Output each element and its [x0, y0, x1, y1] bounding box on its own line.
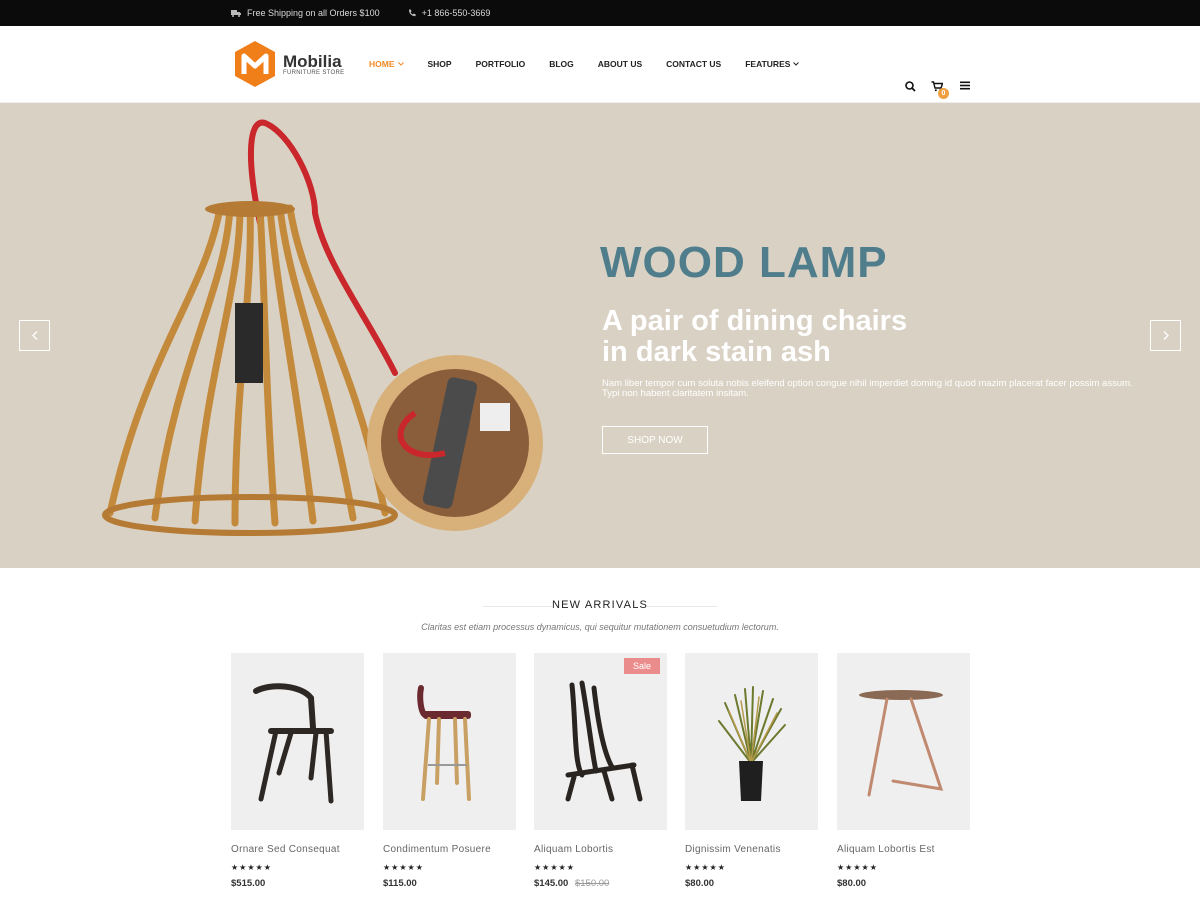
product-card[interactable]: Dignissim Venenatis ★★★★★ $80.00: [685, 653, 818, 889]
product-price: $515.00: [231, 878, 364, 889]
nav-home-label: HOME: [369, 59, 395, 69]
product-image[interactable]: [231, 653, 364, 830]
product-image[interactable]: [685, 653, 818, 830]
main-nav: HOME SHOP PORTFOLIO BLOG ABOUT US CONTAC…: [369, 59, 800, 69]
cart-count-badge: 0: [938, 88, 949, 99]
hero-subtitle: A pair of dining chairs in dark stain as…: [602, 306, 962, 368]
logo-name: Mobilia: [283, 51, 342, 71]
price-value: $80.00: [837, 878, 867, 889]
product-name[interactable]: Ornare Sed Consequat: [231, 844, 364, 855]
sale-badge: Sale: [623, 658, 660, 674]
new-arrivals-subtitle: Claritas est etiam processus dynamicus, …: [421, 622, 779, 632]
hero-description: Nam liber tempor cum soluta nobis eleife…: [602, 378, 1133, 399]
nav-home[interactable]: HOME: [369, 59, 404, 69]
product-name[interactable]: Aliquam Lobortis Est: [837, 844, 970, 855]
divider-right: [647, 606, 717, 607]
product-card[interactable]: Sale Aliquam Lobortis ★★★★★ $145.00 $150…: [534, 653, 667, 889]
search-icon[interactable]: [905, 81, 916, 92]
rating-stars: ★★★★★: [383, 863, 424, 872]
shop-now-button[interactable]: SHOP NOW: [602, 426, 708, 454]
phone-text: +1 866-550-3669: [421, 8, 491, 18]
product-price: $80.00: [685, 878, 818, 889]
old-price: $150.00: [574, 878, 610, 889]
hero-slider: WOOD LAMP A pair of dining chairs in dar…: [0, 103, 1200, 568]
product-price: $80.00: [837, 878, 970, 889]
logo-tagline: FURNITURE STORE: [283, 69, 345, 76]
price-value: $80.00: [685, 878, 715, 889]
rating-stars: ★★★★★: [685, 863, 726, 872]
nav-features-label: FEATURES: [745, 59, 791, 69]
product-card[interactable]: Ornare Sed Consequat ★★★★★ $515.00: [231, 653, 364, 889]
nav-features[interactable]: FEATURES: [745, 59, 800, 69]
logo[interactable]: Mobilia FURNITURE STORE: [231, 40, 344, 88]
chevron-down-icon: [793, 62, 800, 66]
wood-lamp-image: [102, 119, 543, 536]
nav-portfolio-label: PORTFOLIO: [475, 59, 526, 69]
logo-mark-icon: [235, 41, 275, 87]
slider-prev-button[interactable]: [19, 320, 50, 351]
product-image[interactable]: Sale: [534, 653, 667, 830]
top-bar: Free Shipping on all Orders $100 +1 866-…: [0, 0, 1200, 26]
menu-icon[interactable]: [960, 81, 970, 90]
wooden-chair-image: [253, 683, 334, 804]
nav-blog[interactable]: BLOG: [549, 59, 574, 69]
shipping-info: Free Shipping on all Orders $100: [231, 8, 380, 18]
rating-stars: ★★★★★: [837, 863, 878, 872]
divider-left: [483, 606, 553, 607]
new-arrivals-heading: NEW ARRIVALS: [0, 599, 1200, 611]
side-table-image: [859, 690, 944, 797]
chevron-down-icon: [397, 62, 404, 66]
nav-contact-us[interactable]: CONTACT US: [666, 59, 721, 69]
slider-next-button[interactable]: [1150, 320, 1181, 351]
product-name[interactable]: Condimentum Posuere: [383, 844, 516, 855]
hero-subtitle-line-2: in dark stain ash: [602, 336, 831, 368]
price-value: $145.00: [534, 878, 569, 889]
hero-subtitle-line-1: A pair of dining chairs: [602, 305, 908, 337]
product-image[interactable]: [383, 653, 516, 830]
nav-about-label: ABOUT US: [597, 59, 643, 69]
phone-icon: [408, 9, 416, 17]
new-arrivals-title: NEW ARRIVALS: [551, 599, 649, 611]
nav-contact-label: CONTACT US: [666, 59, 722, 69]
nav-shop-label: SHOP: [427, 59, 452, 69]
price-value: $515.00: [231, 878, 266, 889]
product-price: $115.00: [383, 878, 516, 889]
nav-about-us[interactable]: ABOUT US: [598, 59, 642, 69]
nav-shop[interactable]: SHOP: [428, 59, 452, 69]
lounge-chair-image: [565, 680, 643, 802]
bar-stool-image: [417, 685, 471, 801]
phone-info: +1 866-550-3669: [408, 8, 491, 18]
product-name[interactable]: Aliquam Lobortis: [534, 844, 667, 855]
product-name[interactable]: Dignissim Venenatis: [685, 844, 818, 855]
product-card[interactable]: Condimentum Posuere ★★★★★ $115.00: [383, 653, 516, 889]
price-value: $115.00: [383, 878, 417, 889]
shipping-text: Free Shipping on all Orders $100: [247, 8, 380, 18]
product-image[interactable]: [837, 653, 970, 830]
site-header: Mobilia FURNITURE STORE HOME SHOP PORTFO…: [0, 26, 1200, 103]
nav-portfolio[interactable]: PORTFOLIO: [476, 59, 526, 69]
rating-stars: ★★★★★: [534, 863, 575, 872]
truck-icon: [231, 10, 241, 17]
hero-title: WOOD LAMP: [600, 238, 888, 287]
chevron-left-icon: [31, 331, 37, 340]
product-card[interactable]: Aliquam Lobortis Est ★★★★★ $80.00: [837, 653, 970, 889]
product-price: $145.00 $150.00: [534, 878, 667, 889]
rating-stars: ★★★★★: [231, 863, 272, 872]
potted-plant-image: [718, 686, 786, 801]
chevron-right-icon: [1163, 331, 1169, 340]
nav-blog-label: BLOG: [549, 59, 574, 69]
